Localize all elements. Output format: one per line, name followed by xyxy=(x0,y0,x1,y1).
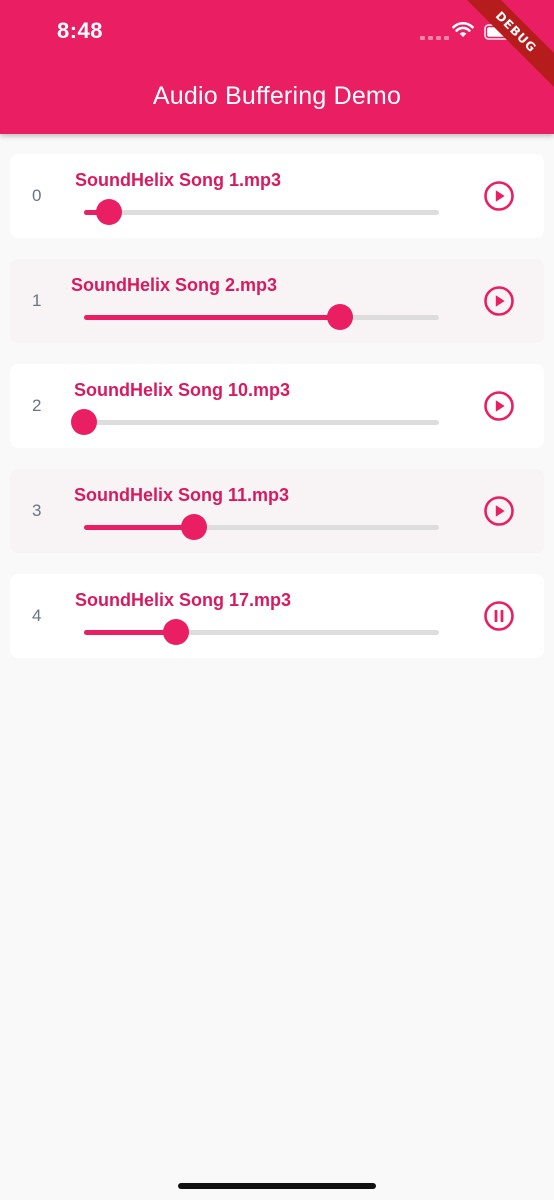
page-title: Audio Buffering Demo xyxy=(152,82,402,110)
wifi-icon xyxy=(452,22,474,37)
track-title: SoundHelix Song 2.mp3 xyxy=(71,275,278,295)
track-title: SoundHelix Song 10.mp3 xyxy=(74,380,291,400)
status-time: 8:48 xyxy=(57,18,104,43)
play-circle-icon[interactable] xyxy=(483,285,515,317)
track-title: SoundHelix Song 1.mp3 xyxy=(75,170,282,190)
progress-slider[interactable] xyxy=(84,514,439,540)
progress-slider-fill xyxy=(84,315,340,320)
app-bar: 8:48 DEBUG Audio Buffering Demo xyxy=(0,0,554,134)
progress-slider-thumb[interactable] xyxy=(163,619,190,645)
progress-slider[interactable] xyxy=(84,304,439,330)
track-list-item[interactable]: 3 SoundHelix Song 11.mp3 xyxy=(10,469,544,553)
home-indicator xyxy=(178,1183,376,1189)
progress-slider-thumb[interactable] xyxy=(71,409,97,435)
cellular-signal-icon xyxy=(420,36,449,40)
track-title: SoundHelix Song 11.mp3 xyxy=(74,485,290,505)
play-circle-icon[interactable] xyxy=(483,495,515,527)
play-circle-icon[interactable] xyxy=(483,390,515,422)
progress-slider[interactable] xyxy=(71,409,439,435)
progress-slider-thumb[interactable] xyxy=(95,199,122,225)
track-list-item[interactable]: 4 SoundHelix Song 17.mp3 xyxy=(10,574,544,658)
track-title: SoundHelix Song 17.mp3 xyxy=(75,590,292,610)
track-list-item[interactable]: 0 SoundHelix Song 1.mp3 xyxy=(10,154,544,238)
track-list-item[interactable]: 2 SoundHelix Song 10.mp3 xyxy=(10,364,544,448)
track-index: 3 xyxy=(32,501,42,520)
track-index: 1 xyxy=(32,291,42,310)
pause-circle-icon[interactable] xyxy=(483,600,515,632)
progress-slider-fill xyxy=(84,525,195,530)
progress-slider-thumb[interactable] xyxy=(181,514,208,540)
track-list: 0 SoundHelix Song 1.mp3 1 SoundHelix Song 2… xyxy=(10,154,544,679)
play-circle-icon[interactable] xyxy=(483,180,515,212)
track-index: 4 xyxy=(32,606,42,625)
track-index: 0 xyxy=(32,186,42,205)
progress-slider[interactable] xyxy=(84,619,439,645)
progress-slider[interactable] xyxy=(84,199,439,225)
track-index: 2 xyxy=(32,396,42,415)
progress-slider-thumb[interactable] xyxy=(326,304,353,330)
track-list-item[interactable]: 1 SoundHelix Song 2.mp3 xyxy=(10,259,544,343)
